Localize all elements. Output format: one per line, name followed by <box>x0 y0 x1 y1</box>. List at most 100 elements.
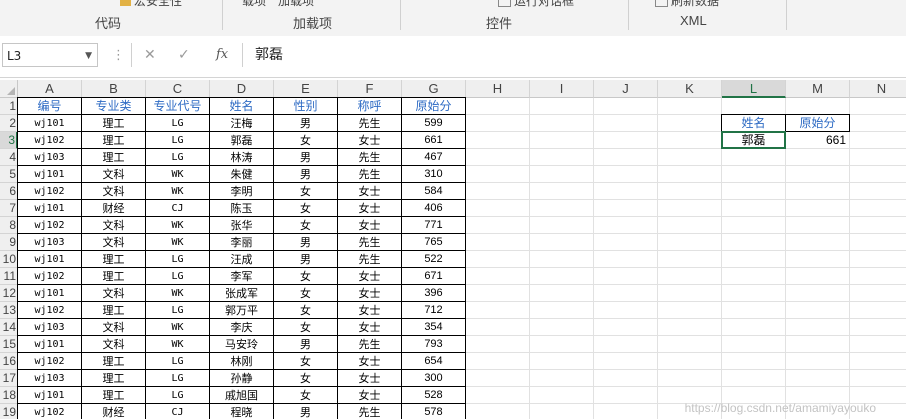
table-cell[interactable]: 男 <box>274 251 337 268</box>
table-cell[interactable]: 女士 <box>338 132 401 149</box>
column-header-j[interactable]: J <box>594 80 658 98</box>
column-header-i[interactable]: I <box>530 80 594 98</box>
table-cell[interactable]: 女 <box>274 200 337 217</box>
table-cell[interactable]: wj102 <box>18 217 81 234</box>
column-header-m[interactable]: M <box>786 80 850 98</box>
table-cell[interactable]: 女 <box>274 353 337 370</box>
table-cell[interactable]: 汪梅 <box>210 115 273 132</box>
table-cell[interactable]: 程晓 <box>210 404 273 419</box>
table-cell[interactable]: WK <box>146 319 209 336</box>
table-cell[interactable]: 528 <box>402 387 465 404</box>
table-cell[interactable]: 310 <box>402 166 465 183</box>
table-cell[interactable]: 女士 <box>338 353 401 370</box>
table-cell[interactable]: 张华 <box>210 217 273 234</box>
table-cell[interactable]: LG <box>146 302 209 319</box>
table-cell[interactable]: 文科 <box>82 319 145 336</box>
table-cell[interactable]: wj103 <box>18 234 81 251</box>
table-cell[interactable]: 朱健 <box>210 166 273 183</box>
row-header-4[interactable]: 4 <box>0 149 18 166</box>
table-cell[interactable]: 李丽 <box>210 234 273 251</box>
table-cell[interactable]: 郭磊 <box>210 132 273 149</box>
table-cell[interactable]: 先生 <box>338 166 401 183</box>
table-cell[interactable]: 712 <box>402 302 465 319</box>
select-all-button[interactable] <box>0 80 18 98</box>
row-header-11[interactable]: 11 <box>0 268 18 285</box>
table-cell[interactable]: 理工 <box>82 353 145 370</box>
table-cell[interactable]: 马安玲 <box>210 336 273 353</box>
table-cell[interactable]: LG <box>146 251 209 268</box>
table-cell[interactable]: 584 <box>402 183 465 200</box>
table-cell[interactable]: wj101 <box>18 336 81 353</box>
table-cell[interactable]: LG <box>146 132 209 149</box>
column-header-g[interactable]: G <box>402 80 466 98</box>
table-cell[interactable]: 林涛 <box>210 149 273 166</box>
table-cell[interactable]: 理工 <box>82 268 145 285</box>
table-cell[interactable]: 女 <box>274 132 337 149</box>
row-header-8[interactable]: 8 <box>0 217 18 234</box>
run-dialog-button[interactable]: 运行对话框 <box>498 0 574 9</box>
table-cell[interactable]: 467 <box>402 149 465 166</box>
table-cell[interactable]: 文科 <box>82 336 145 353</box>
table-header-cell[interactable]: 编号 <box>18 98 81 115</box>
table-cell[interactable]: LG <box>146 387 209 404</box>
table-cell[interactable]: 771 <box>402 217 465 234</box>
column-header-l[interactable]: L <box>722 80 786 98</box>
table-cell[interactable]: 578 <box>402 404 465 419</box>
chevron-down-icon[interactable]: ▼ <box>85 44 92 68</box>
table-cell[interactable]: WK <box>146 234 209 251</box>
table-cell[interactable]: 孙静 <box>210 370 273 387</box>
table-cell[interactable]: LG <box>146 370 209 387</box>
table-cell[interactable]: 300 <box>402 370 465 387</box>
table-cell[interactable]: 理工 <box>82 302 145 319</box>
table-cell[interactable]: 女 <box>274 302 337 319</box>
formula-bar-grip-icon[interactable]: ⋮ <box>112 48 125 63</box>
table-cell[interactable]: 女士 <box>338 183 401 200</box>
table-cell[interactable]: 郭万平 <box>210 302 273 319</box>
enter-icon[interactable]: ✓ <box>178 43 190 67</box>
table-cell[interactable]: wj102 <box>18 353 81 370</box>
table-cell[interactable]: 李明 <box>210 183 273 200</box>
table-header-cell[interactable]: 称呼 <box>338 98 401 115</box>
table-cell[interactable]: LG <box>146 149 209 166</box>
table-cell[interactable]: 先生 <box>338 234 401 251</box>
row-header-5[interactable]: 5 <box>0 166 18 183</box>
table-cell[interactable]: 女 <box>274 370 337 387</box>
table-cell[interactable]: 男 <box>274 234 337 251</box>
name-box[interactable]: L3 ▼ <box>2 43 98 67</box>
table-cell[interactable]: 女士 <box>338 302 401 319</box>
table-cell[interactable]: 理工 <box>82 251 145 268</box>
table-cell[interactable]: 财经 <box>82 404 145 419</box>
table-cell[interactable]: 文科 <box>82 285 145 302</box>
table-cell[interactable]: wj103 <box>18 370 81 387</box>
column-header-n[interactable]: N <box>850 80 906 98</box>
column-header-a[interactable]: A <box>18 80 82 98</box>
row-header-14[interactable]: 14 <box>0 319 18 336</box>
table-cell[interactable]: 汪成 <box>210 251 273 268</box>
table-cell[interactable]: 男 <box>274 404 337 419</box>
table-cell[interactable]: 661 <box>402 132 465 149</box>
table-cell[interactable]: LG <box>146 268 209 285</box>
column-header-d[interactable]: D <box>210 80 274 98</box>
formula-input[interactable]: 郭磊 <box>242 43 906 67</box>
table-cell[interactable]: 女 <box>274 387 337 404</box>
table-cell[interactable]: 396 <box>402 285 465 302</box>
table-cell[interactable]: WK <box>146 285 209 302</box>
table-cell[interactable]: 671 <box>402 268 465 285</box>
table-cell[interactable]: WK <box>146 183 209 200</box>
table-cell[interactable]: 理工 <box>82 387 145 404</box>
table-cell[interactable]: 354 <box>402 319 465 336</box>
table-cell[interactable]: wj102 <box>18 132 81 149</box>
table-header-cell[interactable]: 专业代号 <box>146 98 209 115</box>
row-header-15[interactable]: 15 <box>0 336 18 353</box>
addins2-button[interactable]: 加载项 <box>278 0 314 9</box>
table-cell[interactable]: wj101 <box>18 200 81 217</box>
table-cell[interactable]: 理工 <box>82 132 145 149</box>
row-header-19[interactable]: 19 <box>0 404 18 419</box>
table-cell[interactable]: LG <box>146 115 209 132</box>
column-header-k[interactable]: K <box>658 80 722 98</box>
table-cell[interactable]: wj102 <box>18 302 81 319</box>
table-cell[interactable]: 理工 <box>82 370 145 387</box>
table-cell[interactable]: 女士 <box>338 268 401 285</box>
table-cell[interactable]: 女士 <box>338 387 401 404</box>
table-cell[interactable]: 男 <box>274 149 337 166</box>
